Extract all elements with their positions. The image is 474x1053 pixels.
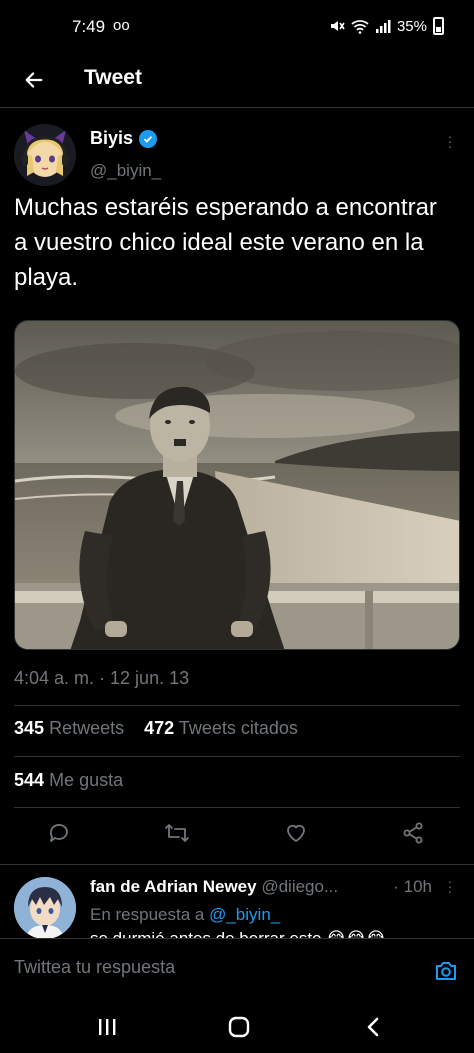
beach-photo-image	[15, 321, 459, 649]
author-handle[interactable]: @_biyin_	[90, 161, 161, 181]
status-icons: 35%	[329, 17, 444, 35]
reply-time: · 10h	[393, 877, 432, 896]
more-options-button[interactable]: · · ·	[446, 129, 454, 153]
reply-author-handle: @diiego...	[261, 877, 339, 896]
system-back-button[interactable]	[358, 1014, 388, 1040]
retweets-stat[interactable]: 345 Retweets	[14, 718, 124, 738]
avatar-image	[14, 877, 76, 938]
reply-more-options-button[interactable]: · · ·	[446, 874, 454, 898]
tweet-timestamp[interactable]: 4:04 a. m. · 12 jun. 13	[14, 668, 189, 689]
mute-icon	[330, 21, 345, 31]
like-button[interactable]	[281, 818, 311, 848]
author-name[interactable]: Biyis	[90, 128, 158, 149]
likes-count: 544	[14, 770, 45, 790]
share-button[interactable]	[398, 818, 428, 848]
signal-icon	[375, 20, 391, 33]
author-avatar[interactable]	[14, 124, 76, 186]
divider	[14, 705, 460, 706]
camera-icon	[436, 962, 456, 980]
tweet-text: Muchas estaréis esperando a encontrar a …	[14, 194, 437, 291]
page-title: Tweet	[84, 66, 142, 89]
verified-badge-icon	[139, 129, 158, 148]
replying-to: En respuesta a @_biyin_	[90, 905, 280, 925]
battery-percent: 35%	[396, 17, 427, 35]
recent-apps-icon	[99, 1019, 116, 1035]
tweet-photo[interactable]	[14, 320, 460, 650]
status-bar: 7:49 oo 35%	[0, 0, 474, 56]
chevron-left-icon	[367, 1017, 379, 1037]
status-time: 7:49	[72, 17, 106, 36]
retweets-count: 345	[14, 718, 45, 738]
tweet-actions	[0, 818, 474, 852]
reply-author-avatar[interactable]	[14, 877, 76, 938]
home-button[interactable]	[224, 1014, 254, 1040]
share-icon	[403, 822, 423, 844]
voicemail-icon: oo	[113, 17, 130, 34]
quotes-label: Tweets citados	[178, 718, 298, 738]
reply-composer	[0, 938, 474, 1000]
replying-prefix: En respuesta a	[90, 905, 205, 924]
reply-item[interactable]: fan de Adrian Newey @diiego... · 10h · · ·…	[0, 864, 474, 938]
reply-input[interactable]	[14, 957, 414, 978]
reply-author[interactable]: fan de Adrian Newey @diiego...	[90, 877, 338, 897]
heart-icon	[287, 824, 305, 842]
home-icon	[228, 1016, 250, 1038]
recent-apps-button[interactable]	[92, 1014, 122, 1040]
quotes-count: 472	[144, 718, 175, 738]
retweet-button[interactable]	[162, 818, 192, 848]
top-header: Tweet	[0, 56, 474, 108]
quotes-stat[interactable]: 472 Tweets citados	[144, 718, 298, 738]
reply-button[interactable]	[44, 818, 74, 848]
reply-icon	[49, 824, 68, 842]
reply-text: se durmió antes de borrar esto 😂😂😂	[90, 929, 386, 938]
reply-author-name: fan de Adrian Newey	[90, 877, 257, 896]
divider	[14, 807, 460, 808]
retweet-icon	[165, 824, 189, 842]
battery-icon	[433, 17, 444, 35]
arrow-left-icon	[25, 72, 43, 88]
author-name-text: Biyis	[90, 128, 134, 148]
back-button[interactable]	[18, 64, 50, 96]
likes-stats[interactable]: 544 Me gusta	[14, 770, 123, 791]
system-navigation-bar	[0, 1000, 474, 1053]
divider	[14, 756, 460, 757]
camera-button[interactable]	[432, 957, 460, 985]
likes-label: Me gusta	[49, 770, 124, 790]
avatar-image	[14, 124, 76, 186]
wifi-icon	[351, 20, 369, 34]
retweets-label: Retweets	[49, 718, 125, 738]
retweet-quote-stats: 345 Retweets 472 Tweets citados	[14, 718, 298, 739]
replying-mention-link[interactable]: @_biyin_	[209, 905, 280, 924]
